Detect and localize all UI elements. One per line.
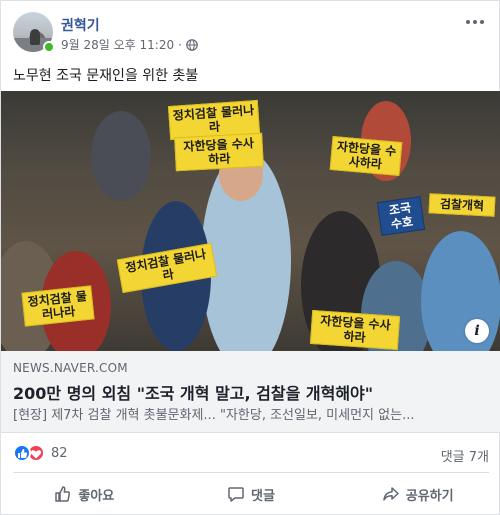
avatar-person <box>30 29 40 45</box>
share-button[interactable]: 공유하기 <box>334 475 500 513</box>
protest-sign: 자한당을 수사하라 <box>309 309 401 351</box>
post-text: 노무현 조국 문재인을 위한 촛불 <box>13 68 199 84</box>
more-dot <box>480 20 484 24</box>
post-stats: 82 댓글 7개 <box>1 433 500 473</box>
link-source: NEWS.NAVER.COM <box>13 361 128 375</box>
link-preview[interactable]: NEWS.NAVER.COM 200만 명의 외침 "조국 개혁 말고, 검찰을… <box>1 351 500 433</box>
thumbs-up-icon <box>18 449 28 458</box>
sign-text: 정치검찰 물러나라 <box>26 288 88 322</box>
sign-text: 검찰개혁 <box>439 196 485 214</box>
like-button[interactable]: 좋아요 <box>1 475 168 513</box>
like-label: 좋아요 <box>78 488 115 504</box>
protest-sign: 검찰개혁 <box>428 193 496 217</box>
facebook-post: 권혁기 9월 28일 오후 11:20 · 노무현 조국 문재인을 위한 촛불 <box>0 0 500 515</box>
post-actions: 좋아요 댓글 공유하기 <box>1 475 500 513</box>
post-timestamp[interactable]: 9월 28일 오후 11:20 <box>61 36 174 53</box>
reaction-count: 82 <box>51 445 68 461</box>
post-meta: 9월 28일 오후 11:20 · <box>61 36 198 53</box>
more-options-icon[interactable] <box>463 15 487 29</box>
comment-count[interactable]: 댓글 7개 <box>441 446 489 465</box>
info-icon[interactable]: i <box>465 319 489 343</box>
link-description: [현장] 제7차 검찰 개혁 촛불문화제... "자한당, 조선일보, 미세먼지… <box>13 408 415 423</box>
sign-text: 정치검찰 물러나라 <box>172 103 255 135</box>
heart-icon <box>30 450 42 459</box>
like-reaction-icon <box>13 444 31 462</box>
author-name[interactable]: 권혁기 <box>61 15 100 35</box>
sign-text: 조국 수호 <box>388 200 414 232</box>
sign-text: 자한당을 수사하라 <box>183 136 255 167</box>
protest-sign: 조국 수호 <box>376 196 426 236</box>
protest-sign: 자한당을 수사하라 <box>174 132 264 172</box>
comment-label: 댓글 <box>251 488 275 504</box>
globe-icon[interactable] <box>186 38 198 51</box>
online-status-dot <box>43 41 55 53</box>
more-dot <box>466 20 470 24</box>
meta-separator: · <box>178 37 182 52</box>
protest-photo[interactable]: 정치검찰 물러나라 자한당을 수사하라 정치검찰 물러나라 자한당을 수사하라 … <box>1 91 500 351</box>
sign-text: 자한당을 수사하라 <box>319 313 392 345</box>
protest-sign: 정치검찰 물러나라 <box>21 285 95 327</box>
protest-sign: 자한당을 수사하라 <box>329 136 403 176</box>
sign-text: 자한당을 수사하라 <box>336 139 397 172</box>
link-title[interactable]: 200만 명의 외침 "조국 개혁 말고, 검찰을 개혁해야" <box>13 380 373 404</box>
share-label: 공유하기 <box>405 488 454 504</box>
thumbs-up-outline-icon <box>55 486 71 502</box>
share-icon <box>383 487 399 501</box>
sign-text: 정치검찰 물러나라 <box>124 247 208 283</box>
comment-button[interactable]: 댓글 <box>168 475 335 513</box>
post-header: 권혁기 9월 28일 오후 11:20 · <box>1 1 500 61</box>
more-dot <box>473 20 477 24</box>
comment-icon <box>228 487 244 502</box>
crowd-figure <box>91 111 151 201</box>
action-divider <box>13 472 489 473</box>
reactions-summary[interactable]: 82 <box>13 444 68 462</box>
